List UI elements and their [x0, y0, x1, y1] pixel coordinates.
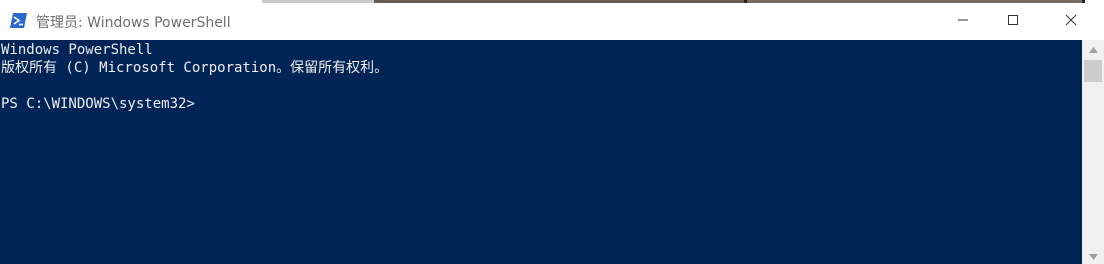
- scroll-down-button[interactable]: [1082, 247, 1104, 264]
- powershell-icon[interactable]: [10, 12, 27, 29]
- close-button[interactable]: [1048, 3, 1094, 40]
- scroll-up-arrow-icon: [1088, 40, 1098, 58]
- title-bar[interactable]: 管理员: Windows PowerShell: [0, 3, 1104, 40]
- minimize-button[interactable]: [940, 3, 986, 40]
- maximize-button[interactable]: [990, 3, 1036, 40]
- console-line-header: Windows PowerShell: [1, 42, 153, 58]
- console-line-copyright: 版权所有 (C) Microsoft Corporation。保留所有权利。: [1, 60, 389, 76]
- scroll-thumb[interactable]: [1084, 60, 1102, 82]
- scroll-up-button[interactable]: [1082, 40, 1104, 57]
- close-icon: [1065, 13, 1077, 31]
- console-output-area[interactable]: Windows PowerShell 版权所有 (C) Microsoft Co…: [0, 40, 1082, 264]
- scroll-down-arrow-icon: [1088, 247, 1098, 264]
- vertical-scrollbar[interactable]: [1082, 40, 1104, 264]
- console-prompt[interactable]: PS C:\WINDOWS\system32>: [1, 95, 195, 113]
- window-title: 管理员: Windows PowerShell: [36, 15, 231, 31]
- powershell-window: 管理员: Windows PowerShell Windows PowerShe…: [0, 0, 1104, 264]
- minimize-icon: [957, 13, 969, 31]
- maximize-icon: [1007, 13, 1019, 31]
